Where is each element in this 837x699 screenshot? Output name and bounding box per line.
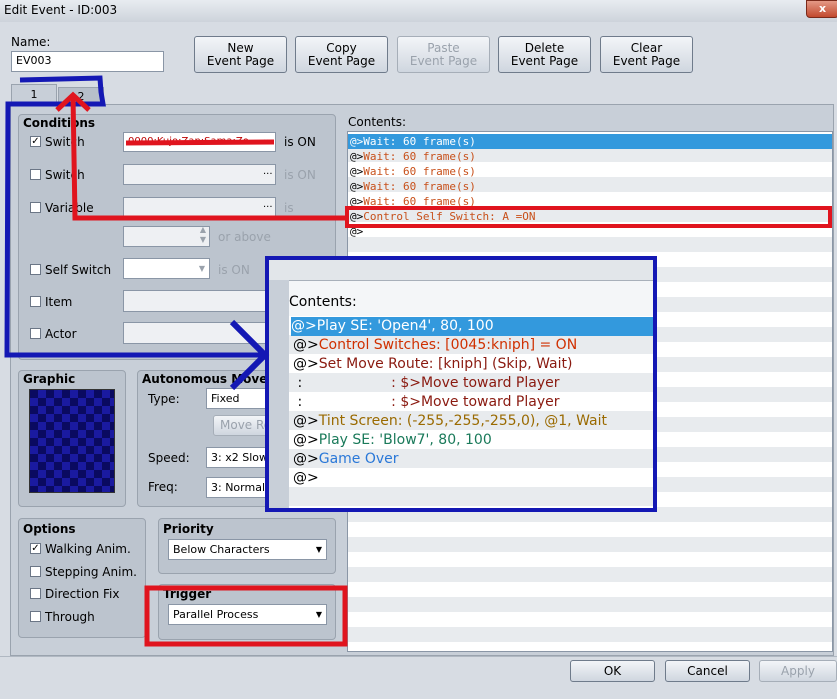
red-trigger-box: [144, 585, 348, 647]
red-highlight-box: [345, 206, 832, 228]
red-annotation-arrow: [70, 94, 347, 221]
red-strikeout-line: [125, 139, 275, 146]
annotation-overlay: [4, 75, 832, 647]
